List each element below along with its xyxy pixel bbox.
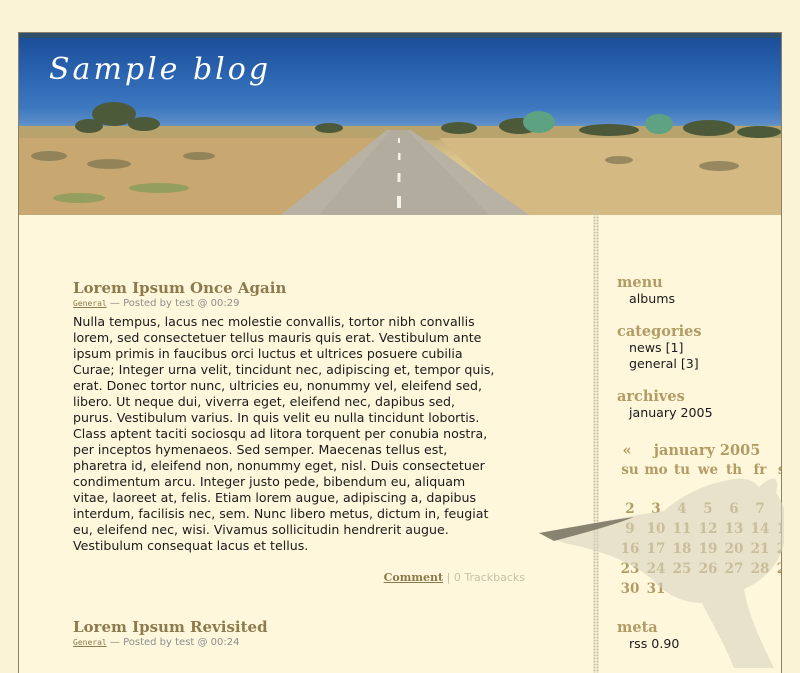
post-body-line: eu, eleifend nec, wisi. Vivamus sollicit… [73, 522, 449, 537]
calendar-next-link[interactable]: » [777, 442, 781, 460]
archive-item-january-2005[interactable]: january 2005 [617, 405, 713, 421]
post-body-line: interdum, facilisis nec, sem. Nunc liber… [73, 506, 489, 521]
menu-section: menu albums [617, 275, 675, 307]
archives-section: archives january 2005 [617, 389, 713, 421]
category-item-general[interactable]: general [3] [617, 356, 702, 372]
menu-item-albums[interactable]: albums [617, 291, 675, 307]
categories-heading: categories [617, 323, 702, 340]
trackbacks-link[interactable]: 0 Trackbacks [454, 571, 525, 584]
post-footer: Comment | 0 Trackbacks [73, 571, 533, 584]
post-body-line: pharetra id, eleifend non, nonummy eget,… [73, 458, 485, 473]
post-body-line: libero. Ut neque dui, viverra eget, elei… [73, 394, 456, 409]
kangaroo-watermark [539, 478, 784, 668]
post-body: Nulla tempus, lacus nec molestie convall… [73, 314, 533, 554]
archives-heading: archives [617, 388, 685, 405]
post-title[interactable]: Lorem Ipsum Revisited [73, 618, 533, 636]
post-category-link[interactable]: General [73, 638, 107, 647]
post-body-line: per inceptos hymenaeos. Sed semper. Maec… [73, 442, 448, 457]
calendar-prev-link[interactable]: « [617, 442, 637, 460]
post-body-line: erat. Donec tortor nunc, ultricies eu, n… [73, 378, 483, 393]
post-meta: General — Posted by test @ 00:29 [73, 298, 533, 310]
post-body-line: vitae, laoreet at, felis. Etiam lorem au… [73, 490, 477, 505]
blog-title[interactable]: Sample blog [49, 52, 271, 87]
menu-heading: menu [617, 274, 663, 291]
post-byline: — Posted by test @ 00:24 [106, 637, 240, 648]
footer-separator: | [446, 571, 451, 584]
post-entry: Lorem Ipsum Once Again General — Posted … [73, 279, 533, 584]
post-byline: — Posted by test @ 00:29 [106, 298, 240, 309]
calendar-month: january 2005 [653, 442, 761, 459]
post-body-line: Vestibulum consequat lacus et tellus. [73, 538, 309, 553]
category-item-news[interactable]: news [1] [617, 340, 702, 356]
blog-page: Sample blog Lorem Ipsum Once Again Gener… [18, 32, 784, 673]
post-category-link[interactable]: General [73, 299, 107, 308]
post-body-line: Class aptent taciti sociosqu ad litora t… [73, 426, 488, 441]
post-meta: General — Posted by test @ 00:24 [73, 637, 533, 649]
post-body-line: condimentum arcu. Integer justo pede, bi… [73, 474, 466, 489]
post-body-line: purus. Vestibulum varius. In quis velit … [73, 410, 480, 425]
calendar-header: « january 2005 » [617, 442, 781, 460]
post-body-line: ipsum primis in faucibus orci luctus et … [73, 346, 463, 361]
post-body-line: lorem, sed consectetuer tellus mauris qu… [73, 330, 482, 345]
post-body-line: Curae; Integer urna velit, tincidunt nec… [73, 362, 495, 377]
post-entry: Lorem Ipsum Revisited General — Posted b… [73, 618, 533, 649]
post-body-line: Nulla tempus, lacus nec molestie convall… [73, 314, 475, 329]
post-title[interactable]: Lorem Ipsum Once Again [73, 279, 533, 297]
header-banner: Sample blog [19, 33, 781, 215]
comment-link[interactable]: Comment [384, 571, 443, 584]
categories-section: categories news [1] general [3] [617, 324, 702, 372]
main-content: Lorem Ipsum Once Again General — Posted … [19, 210, 593, 673]
